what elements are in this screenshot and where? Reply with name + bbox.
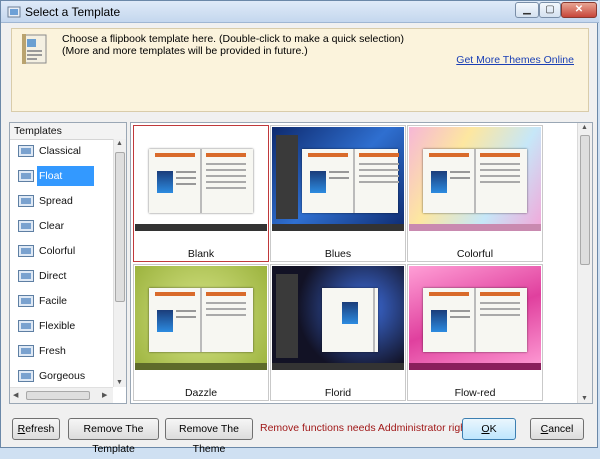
templates-header: Templates (10, 123, 126, 140)
template-item-fresh[interactable]: Fresh (10, 339, 113, 364)
templates-hscroll-thumb[interactable] (26, 391, 90, 400)
get-more-themes-link[interactable]: Get More Themes Online (456, 54, 574, 66)
template-icon (18, 195, 34, 207)
template-item-label: Colorful (39, 245, 76, 257)
window-title: Select a Template (25, 5, 121, 19)
flipbook-icon (22, 34, 47, 64)
template-item-label: Spread (39, 195, 73, 207)
template-item-classical[interactable]: Classical (10, 139, 113, 164)
template-icon (18, 295, 34, 307)
template-item-facile[interactable]: Facile (10, 289, 113, 314)
template-tile-blues[interactable]: Blues (270, 125, 406, 262)
template-item-label: Fresh (39, 345, 66, 357)
template-preview (272, 266, 404, 370)
template-item-spread[interactable]: Spread (10, 189, 113, 214)
templates-vertical-scrollbar[interactable]: ▲ ▼ (113, 139, 126, 387)
template-tile-dazzle[interactable]: Dazzle (133, 264, 269, 401)
template-item-flexible[interactable]: Flexible (10, 314, 113, 339)
select-template-window: Select a Template ▁ ▢ ✕ Choose a flipboo… (0, 0, 599, 455)
template-tile-colorful[interactable]: Colorful (407, 125, 543, 262)
template-item-direct[interactable]: Direct (10, 264, 113, 289)
close-icon: ✕ (574, 4, 584, 15)
refresh-button[interactable]: Refresh (12, 418, 60, 440)
template-icon (18, 320, 34, 332)
template-icon (18, 370, 34, 382)
ok-button[interactable]: OK (462, 418, 516, 440)
template-item-label: Facile (39, 295, 68, 307)
scroll-left-icon[interactable]: ◀ (13, 391, 18, 399)
template-item-label: Gorgeous (39, 370, 86, 382)
template-preview (409, 266, 541, 370)
template-tile-label: Blues (324, 248, 352, 260)
template-preview (135, 127, 267, 231)
maximize-icon: ▢ (545, 4, 555, 15)
cancel-button[interactable]: Cancel (530, 418, 584, 440)
remove-template-button[interactable]: Remove The Template (68, 418, 159, 455)
template-icon (18, 345, 34, 357)
template-item-colorful[interactable]: Colorful (10, 239, 113, 264)
template-icon (18, 170, 34, 182)
close-button[interactable]: ✕ (561, 2, 597, 18)
template-icon (18, 270, 34, 282)
admin-rights-warning: Remove functions needs Addministrator ri… (260, 422, 478, 434)
template-gallery: Blank Blues Colorful Dazzle Florid Flow-… (130, 122, 593, 404)
template-item-float[interactable]: Float (10, 164, 113, 189)
scroll-up-icon[interactable]: ▲ (581, 124, 588, 131)
template-preview (135, 266, 267, 370)
info-panel: Choose a flipbook template here. (Double… (11, 28, 589, 112)
scroll-down-icon[interactable]: ▼ (581, 395, 588, 402)
template-item-label: Direct (39, 270, 67, 282)
minimize-icon: ▁ (523, 4, 531, 15)
app-icon (7, 6, 21, 18)
template-item-gorgeous[interactable]: Gorgeous (10, 364, 113, 389)
remove-theme-button[interactable]: Remove The Theme (165, 418, 253, 455)
templates-header-label: Templates (14, 125, 62, 137)
template-tile-label: Florid (324, 387, 352, 399)
template-tile-label: Dazzle (184, 387, 218, 399)
templates-list: Classical Float Spread Clear Colorful Di… (10, 139, 113, 389)
template-icon (18, 145, 34, 157)
template-tile-flow-red[interactable]: Flow-red (407, 264, 543, 401)
templates-horizontal-scrollbar[interactable]: ◀ ▶ (10, 387, 113, 403)
template-item-label: Float (37, 166, 95, 186)
templates-panel: Templates Classical Float Spread Clear C… (9, 122, 127, 404)
template-item-label: Clear (39, 220, 65, 232)
template-tile-label: Colorful (456, 248, 494, 260)
template-preview (409, 127, 541, 231)
gallery-vertical-scrollbar[interactable]: ▲ ▼ (577, 123, 592, 403)
title-bar: Select a Template ▁ ▢ ✕ (1, 1, 599, 23)
template-item-label: Classical (39, 145, 82, 157)
info-text-line2: (More and more templates will be provide… (62, 45, 308, 57)
gallery-scroll-thumb[interactable] (580, 135, 590, 265)
info-text-line1: Choose a flipbook template here. (Double… (62, 33, 405, 45)
template-preview (272, 127, 404, 231)
template-item-clear[interactable]: Clear (10, 214, 113, 239)
template-icon (18, 245, 34, 257)
template-tile-label: Blank (187, 248, 215, 260)
scroll-up-icon[interactable]: ▲ (116, 140, 123, 147)
maximize-button[interactable]: ▢ (539, 2, 561, 18)
template-tile-blank[interactable]: Blank (133, 125, 269, 262)
scroll-down-icon[interactable]: ▼ (116, 379, 123, 386)
template-icon (18, 220, 34, 232)
templates-scroll-thumb[interactable] (115, 152, 125, 302)
template-tile-florid[interactable]: Florid (270, 264, 406, 401)
bottom-bar: Refresh Remove The Template Remove The T… (1, 409, 599, 455)
scroll-right-icon[interactable]: ▶ (102, 391, 107, 399)
template-tile-label: Flow-red (454, 387, 496, 399)
minimize-button[interactable]: ▁ (515, 2, 539, 18)
template-item-label: Flexible (39, 320, 76, 332)
